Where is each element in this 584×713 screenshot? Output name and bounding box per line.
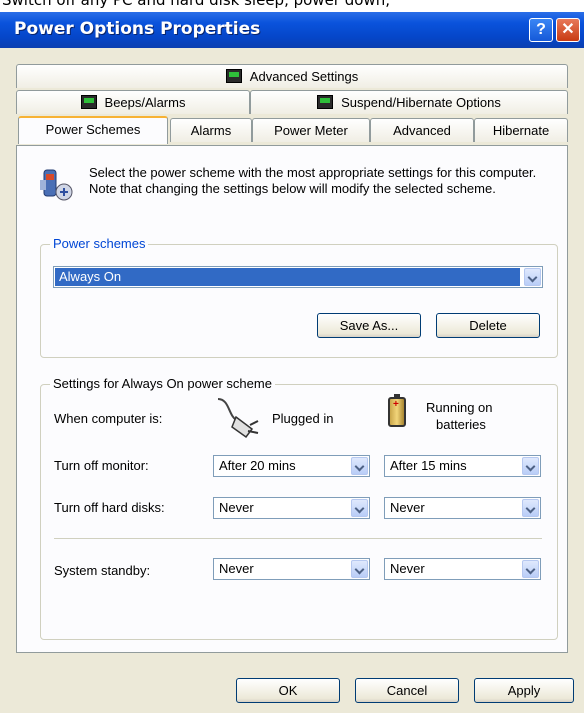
tab-label: Hibernate: [492, 123, 550, 138]
tab-advanced[interactable]: Advanced: [370, 118, 474, 142]
battery-icon: [388, 394, 406, 427]
power-scheme-value: Always On: [55, 268, 520, 286]
tab-label: Power Schemes: [45, 122, 141, 137]
chevron-down-icon[interactable]: [524, 268, 541, 286]
monitor-plugged-select[interactable]: After 20 mins: [213, 455, 370, 477]
tab-hibernate[interactable]: Hibernate: [474, 118, 568, 142]
help-button[interactable]: ?: [529, 18, 553, 42]
tab-label: Beeps/Alarms: [104, 95, 186, 110]
scheme-settings-legend: Settings for Always On power scheme: [50, 376, 275, 391]
save-as-button[interactable]: Save As...: [317, 313, 421, 338]
close-button[interactable]: ✕: [556, 18, 580, 42]
title-bar[interactable]: Power Options Properties ? ✕: [0, 12, 584, 48]
tab-advanced-settings[interactable]: Advanced Settings: [16, 64, 568, 88]
intro-text: Select the power scheme with the most ap…: [89, 165, 537, 196]
hard-disks-battery-value: Never: [390, 500, 425, 515]
chevron-down-icon[interactable]: [522, 560, 539, 578]
cut-off-caption: Switch off any PC and hard disk sleep, p…: [0, 0, 584, 12]
apply-button[interactable]: Apply: [474, 678, 574, 703]
standby-plugged-value: Never: [219, 561, 254, 576]
tab-beeps-alarms[interactable]: Beeps/Alarms: [16, 90, 250, 114]
power-scheme-select[interactable]: Always On: [53, 266, 543, 288]
monitor-icon: [317, 95, 334, 109]
cancel-button[interactable]: Cancel: [355, 678, 459, 703]
help-icon: ?: [536, 21, 546, 38]
monitor-plugged-value: After 20 mins: [219, 458, 296, 473]
tab-label: Alarms: [190, 123, 232, 138]
power-schemes-legend: Power schemes: [50, 236, 149, 251]
chevron-down-icon[interactable]: [522, 499, 539, 517]
tab-label: Advanced Settings: [249, 69, 359, 84]
running-on-label: Running on: [426, 400, 493, 415]
tab-power-meter[interactable]: Power Meter: [252, 118, 370, 142]
standby-battery-value: Never: [390, 561, 425, 576]
hard-disks-plugged-select[interactable]: Never: [213, 497, 370, 519]
standby-plugged-select[interactable]: Never: [213, 558, 370, 580]
chevron-down-icon[interactable]: [522, 457, 539, 475]
ok-button[interactable]: OK: [236, 678, 340, 703]
system-standby-label: System standby:: [54, 563, 151, 578]
turn-off-monitor-label: Turn off monitor:: [54, 458, 149, 473]
tab-power-schemes[interactable]: Power Schemes: [18, 116, 168, 144]
tab-label: Suspend/Hibernate Options: [341, 95, 501, 110]
chevron-down-icon[interactable]: [351, 560, 368, 578]
power-plug-icon: [217, 398, 259, 439]
turn-off-hard-disks-label: Turn off hard disks:: [54, 500, 165, 515]
power-schemes-group: [40, 244, 558, 358]
tab-alarms[interactable]: Alarms: [170, 118, 252, 142]
when-computer-is-label: When computer is:: [54, 411, 163, 426]
delete-button[interactable]: Delete: [436, 313, 540, 338]
batteries-label: batteries: [436, 417, 486, 432]
standby-battery-select[interactable]: Never: [384, 558, 541, 580]
cut-off-caption-text: Switch off any PC and hard disk sleep, p…: [2, 0, 390, 9]
power-options-icon: [40, 169, 73, 201]
hard-disks-battery-select[interactable]: Never: [384, 497, 541, 519]
tab-label: Power Meter: [274, 123, 348, 138]
chevron-down-icon[interactable]: [351, 499, 368, 517]
chevron-down-icon[interactable]: [351, 457, 368, 475]
hard-disks-plugged-value: Never: [219, 500, 254, 515]
tab-suspend-hibernate-options[interactable]: Suspend/Hibernate Options: [250, 90, 568, 114]
settings-divider: [54, 538, 542, 539]
monitor-icon: [225, 69, 242, 83]
plugged-in-label: Plugged in: [272, 411, 334, 426]
monitor-icon: [80, 95, 97, 109]
monitor-battery-select[interactable]: After 15 mins: [384, 455, 541, 477]
tab-label: Advanced: [393, 123, 451, 138]
window-title: Power Options Properties: [14, 19, 261, 39]
close-icon: ✕: [561, 21, 575, 38]
monitor-battery-value: After 15 mins: [390, 458, 467, 473]
